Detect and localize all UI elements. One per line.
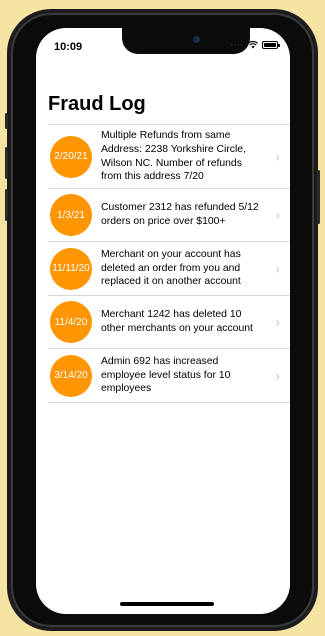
wifi-icon	[248, 41, 258, 49]
list-item[interactable]: 3/14/20 Admin 692 has increased employee…	[48, 349, 290, 403]
phone-screen: 10:09 ···· Fraud Log 2/20/21 Multiple Re…	[36, 28, 290, 614]
status-icons: ····	[230, 41, 280, 49]
volume-down-button	[5, 189, 8, 221]
entry-text: Customer 2312 has refunded 5/12 orders o…	[101, 202, 259, 227]
list-item[interactable]: 2/20/21 Multiple Refunds from same Addre…	[48, 125, 290, 189]
date-badge: 1/3/21	[50, 194, 92, 236]
date-badge: 2/20/21	[50, 135, 92, 178]
chevron-right-icon: ›	[275, 314, 280, 330]
chevron-right-icon: ›	[275, 207, 280, 223]
entry-text: Multiple Refunds from same Address: 2238…	[101, 130, 246, 183]
chevron-right-icon: ›	[275, 368, 280, 383]
chevron-right-icon: ›	[275, 261, 280, 276]
date-badge: 11/4/20	[50, 301, 92, 343]
volume-up-button	[5, 147, 8, 179]
list-item[interactable]: 11/11/20 Merchant on your account has de…	[48, 242, 290, 296]
power-button	[317, 170, 320, 224]
list-item[interactable]: 11/4/20 Merchant 1242 has deleted 10 oth…	[48, 296, 290, 349]
entry-text: Merchant on your account has deleted an …	[101, 249, 241, 288]
list-item[interactable]: 1/3/21 Customer 2312 has refunded 5/12 o…	[48, 189, 290, 242]
mute-switch	[5, 113, 8, 129]
page-title: Fraud Log	[48, 93, 146, 115]
entry-text: Admin 692 has increased employee level s…	[101, 356, 231, 395]
cellular-dots-icon: ····	[230, 41, 244, 49]
battery-icon	[262, 41, 280, 49]
date-badge: 3/14/20	[50, 354, 92, 397]
entry-text: Merchant 1242 has deleted 10 other merch…	[101, 309, 253, 334]
chevron-right-icon: ›	[275, 149, 280, 164]
home-indicator[interactable]	[120, 602, 214, 606]
status-time: 10:09	[54, 41, 83, 53]
fraud-log-list: 2/20/21 Multiple Refunds from same Addre…	[48, 124, 290, 403]
date-badge: 11/11/20	[50, 247, 92, 290]
